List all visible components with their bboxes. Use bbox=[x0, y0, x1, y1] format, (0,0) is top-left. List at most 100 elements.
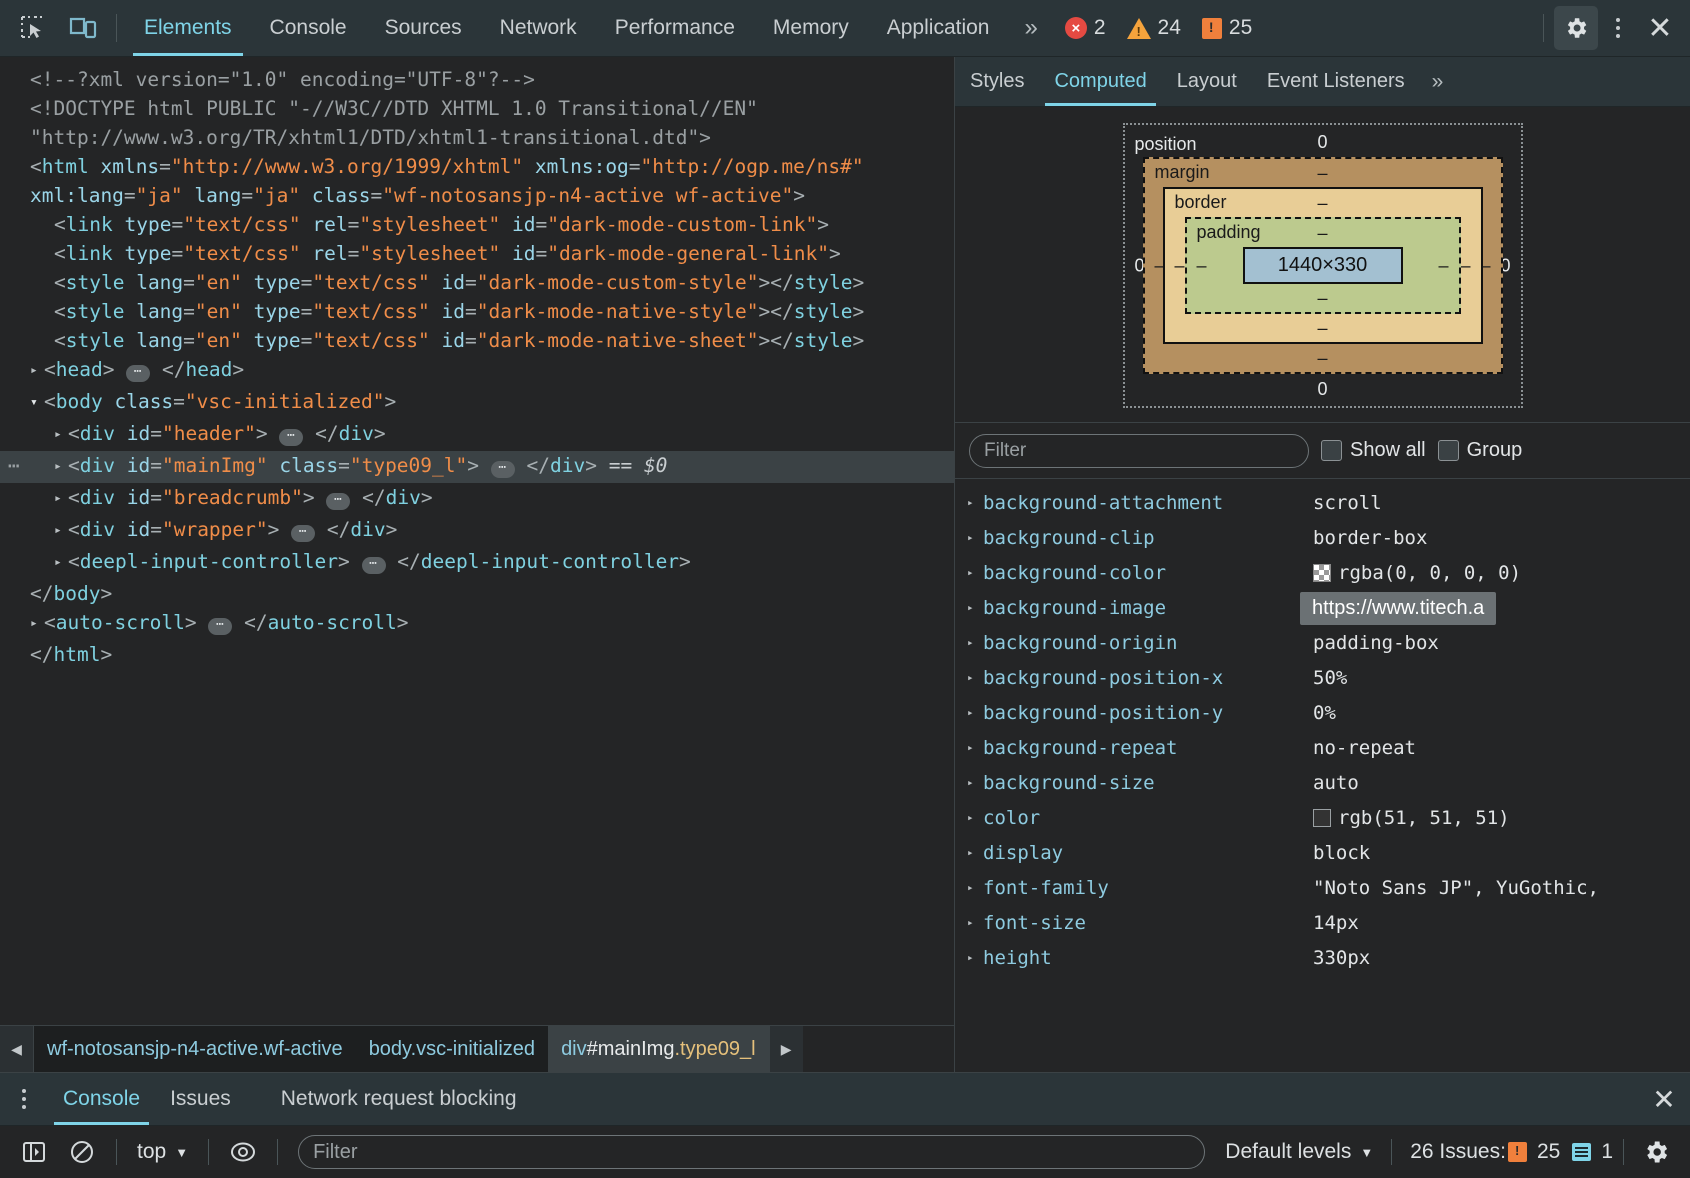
dom-line-deepl-controller[interactable]: ▸ <deepl-input-controller> ⋯ </deepl-inpu… bbox=[0, 547, 954, 579]
expand-arrow-icon[interactable]: ▸ bbox=[967, 951, 983, 964]
box-model-padding-left[interactable]: – bbox=[1197, 255, 1207, 276]
dom-tree[interactable]: <!--?xml version="1.0" encoding="UTF-8"?… bbox=[0, 57, 954, 1025]
collapsed-content-badge[interactable]: ⋯ bbox=[361, 557, 386, 574]
dom-line-doctype-1[interactable]: <!DOCTYPE html PUBLIC "-//W3C//DTD XHTML… bbox=[0, 94, 954, 123]
expand-arrow-icon[interactable]: ▸ bbox=[30, 609, 44, 638]
collapsed-content-badge[interactable]: ⋯ bbox=[326, 493, 351, 510]
collapsed-content-badge[interactable]: ⋯ bbox=[279, 429, 304, 446]
box-model-border-bottom[interactable]: – bbox=[1165, 316, 1481, 340]
expand-arrow-icon[interactable]: ▸ bbox=[54, 452, 68, 481]
collapsed-content-badge[interactable]: ⋯ bbox=[291, 525, 316, 542]
property-row[interactable]: ▸ background-origin padding-box bbox=[955, 625, 1690, 660]
error-counter[interactable]: × 2 bbox=[1057, 16, 1114, 40]
property-row[interactable]: ▸ background-color rgba(0, 0, 0, 0) bbox=[955, 555, 1690, 590]
property-value[interactable]: padding-box bbox=[1313, 632, 1439, 654]
expand-arrow-icon[interactable]: ▸ bbox=[967, 916, 983, 929]
dom-line-div-mainimg[interactable]: ⋯ ▸ <div id="mainImg" class="type09_l"> ⋯ … bbox=[0, 451, 954, 483]
drawer-close-icon[interactable]: ✕ bbox=[1638, 1073, 1690, 1125]
collapsed-content-badge[interactable]: ⋯ bbox=[490, 461, 515, 478]
expand-arrow-icon[interactable]: ▸ bbox=[967, 811, 983, 824]
tab-styles[interactable]: Styles bbox=[955, 57, 1039, 106]
breadcrumb-scroll-left-icon[interactable]: ◀ bbox=[0, 1026, 34, 1072]
property-value[interactable]: 50% bbox=[1313, 667, 1347, 689]
expand-arrow-icon[interactable]: ▸ bbox=[54, 516, 68, 545]
property-value[interactable]: 0% bbox=[1313, 702, 1336, 724]
box-model-border[interactable]: border – – – padding – – – 1440×330 – – bbox=[1162, 187, 1483, 344]
property-row[interactable]: ▸ background-position-y 0% bbox=[955, 695, 1690, 730]
expand-arrow-icon[interactable]: ▸ bbox=[967, 531, 983, 544]
collapsed-content-badge[interactable]: ⋯ bbox=[208, 618, 233, 635]
property-row[interactable]: ▸ background-attachment scroll bbox=[955, 485, 1690, 520]
warning-counter[interactable]: 24 bbox=[1119, 16, 1189, 40]
tab-layout[interactable]: Layout bbox=[1162, 57, 1252, 106]
expand-arrow-icon[interactable]: ▸ bbox=[54, 548, 68, 577]
box-model-content-size[interactable]: 1440×330 bbox=[1242, 247, 1403, 284]
group-checkbox-box[interactable] bbox=[1437, 440, 1459, 461]
tab-performance[interactable]: Performance bbox=[596, 0, 754, 56]
dom-line-div-header[interactable]: ▸ <div id="header"> ⋯ </div> bbox=[0, 419, 954, 451]
box-model-border-right[interactable]: – bbox=[1460, 255, 1470, 276]
property-value-wrap[interactable]: rgba(0, 0, 0, 0) bbox=[1313, 562, 1521, 584]
drawer-tab-issues[interactable]: Issues bbox=[155, 1073, 246, 1125]
dom-line-style-3[interactable]: <style lang="en" type="text/css" id="dar… bbox=[0, 326, 954, 355]
info-counter[interactable]: 25 bbox=[1194, 16, 1260, 40]
dom-line-html[interactable]: <html xmlns="http://www.w3.org/1999/xhtm… bbox=[0, 152, 954, 210]
show-all-checkbox[interactable]: Show all bbox=[1321, 439, 1426, 462]
dom-line-auto-scroll[interactable]: ▸ <auto-scroll> ⋯ </auto-scroll> bbox=[0, 608, 954, 640]
collapse-arrow-icon[interactable]: ▾ bbox=[30, 388, 44, 417]
issues-summary-label[interactable]: 26 Issues: bbox=[1402, 1140, 1506, 1164]
property-row[interactable]: ▸ height 330px bbox=[955, 940, 1690, 975]
expand-arrow-icon[interactable]: ▸ bbox=[967, 601, 983, 614]
tab-computed[interactable]: Computed bbox=[1039, 57, 1161, 106]
clear-console-icon[interactable] bbox=[60, 1132, 104, 1172]
property-row[interactable]: ▸ font-size 14px bbox=[955, 905, 1690, 940]
box-model-margin-bottom[interactable]: – bbox=[1145, 346, 1501, 370]
tab-application[interactable]: Application bbox=[868, 0, 1009, 56]
property-value-wrap[interactable]: rgb(51, 51, 51) bbox=[1313, 807, 1510, 829]
dom-line-body-close[interactable]: </body> bbox=[0, 579, 954, 608]
expand-arrow-icon[interactable]: ▸ bbox=[54, 484, 68, 513]
property-value[interactable]: scroll bbox=[1313, 492, 1382, 514]
property-value[interactable]: 330px bbox=[1313, 947, 1370, 969]
dom-line-style-1[interactable]: <style lang="en" type="text/css" id="dar… bbox=[0, 268, 954, 297]
inspect-element-icon[interactable] bbox=[8, 0, 58, 56]
drawer-menu-icon[interactable] bbox=[0, 1073, 48, 1125]
settings-gear-icon[interactable] bbox=[1554, 6, 1598, 50]
drawer-tab-network-request-blocking[interactable]: Network request blocking bbox=[266, 1073, 532, 1125]
property-value[interactable]: block bbox=[1313, 842, 1370, 864]
property-row[interactable]: ▸ background-size auto bbox=[955, 765, 1690, 800]
dom-line-body[interactable]: ▾ <body class="vsc-initialized"> bbox=[0, 387, 954, 419]
close-devtools-icon[interactable]: ✕ bbox=[1638, 6, 1682, 50]
expand-arrow-icon[interactable]: ▸ bbox=[967, 496, 983, 509]
tab-memory[interactable]: Memory bbox=[754, 0, 868, 56]
expand-arrow-icon[interactable]: ▸ bbox=[967, 636, 983, 649]
node-menu-icon[interactable]: ⋯ bbox=[8, 451, 21, 480]
tab-console[interactable]: Console bbox=[251, 0, 366, 56]
expand-arrow-icon[interactable]: ▸ bbox=[967, 881, 983, 894]
more-options-icon[interactable] bbox=[1598, 6, 1638, 50]
breadcrumb-scroll-right-icon[interactable]: ▶ bbox=[768, 1026, 803, 1072]
dom-line-style-2[interactable]: <style lang="en" type="text/css" id="dar… bbox=[0, 297, 954, 326]
group-checkbox[interactable]: Group bbox=[1437, 439, 1522, 462]
property-value[interactable]: no-repeat bbox=[1313, 737, 1416, 759]
box-model-position[interactable]: position 0 0 0 margin – – – border – – –… bbox=[1122, 123, 1523, 408]
dom-line-head[interactable]: ▸ <head> ⋯ </head> bbox=[0, 355, 954, 387]
computed-filter-input[interactable] bbox=[969, 433, 1309, 468]
expand-arrow-icon[interactable]: ▸ bbox=[967, 741, 983, 754]
expand-arrow-icon[interactable]: ▸ bbox=[54, 420, 68, 449]
dom-line-xml-decl[interactable]: <!--?xml version="1.0" encoding="UTF-8"?… bbox=[0, 65, 954, 94]
box-model-border-left[interactable]: – bbox=[1175, 255, 1185, 276]
live-expression-eye-icon[interactable] bbox=[221, 1132, 265, 1172]
expand-arrow-icon[interactable]: ▸ bbox=[967, 671, 983, 684]
console-levels-selector[interactable]: Default levels ▼ bbox=[1217, 1140, 1381, 1164]
more-sidebar-tabs-icon[interactable]: » bbox=[1420, 57, 1453, 106]
tab-event-listeners[interactable]: Event Listeners bbox=[1252, 57, 1420, 106]
expand-arrow-icon[interactable]: ▸ bbox=[967, 566, 983, 579]
dom-line-doctype-2[interactable]: "http://www.w3.org/TR/xhtml1/DTD/xhtml1-… bbox=[0, 123, 954, 152]
collapsed-content-badge[interactable]: ⋯ bbox=[126, 365, 151, 382]
more-panels-icon[interactable]: » bbox=[1008, 0, 1050, 56]
tab-network[interactable]: Network bbox=[481, 0, 596, 56]
console-context-selector[interactable]: top ▼ bbox=[129, 1140, 196, 1164]
property-value[interactable]: 14px bbox=[1313, 912, 1359, 934]
property-row[interactable]: ▸ display block bbox=[955, 835, 1690, 870]
